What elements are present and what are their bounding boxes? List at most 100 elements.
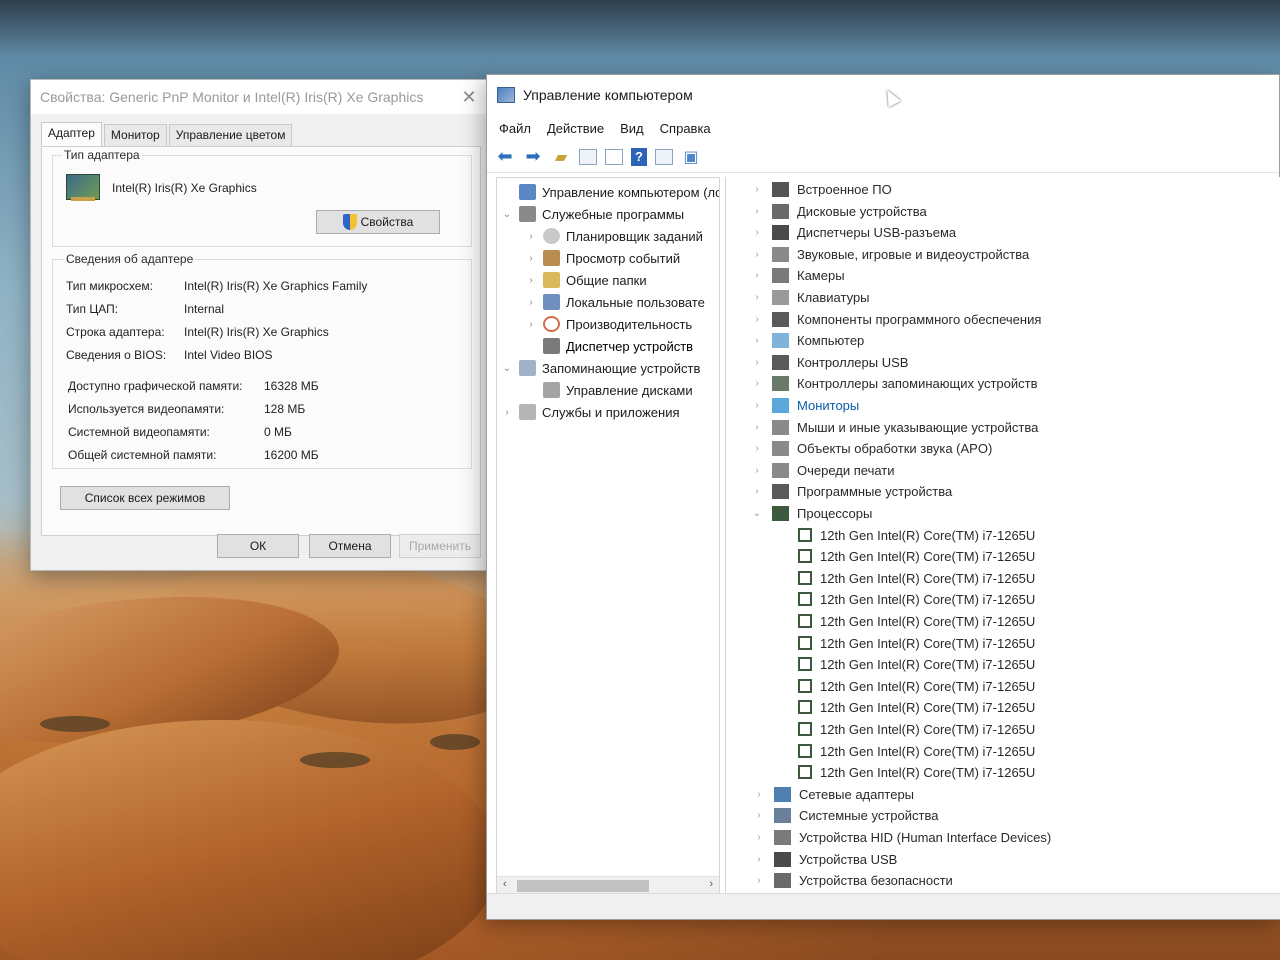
expander-icon[interactable]: ⌄ bbox=[750, 508, 764, 519]
processor-item[interactable]: 12th Gen Intel(R) Core(TM) i7-1265U bbox=[798, 589, 1035, 609]
expander-icon[interactable]: › bbox=[750, 335, 764, 346]
processor-item[interactable]: 12th Gen Intel(R) Core(TM) i7-1265U bbox=[798, 633, 1035, 653]
device-category[interactable]: › Встроенное ПО bbox=[750, 179, 892, 199]
tree-item[interactable]: › Службы и приложения bbox=[501, 402, 680, 422]
expander-icon[interactable]: › bbox=[752, 789, 766, 800]
expander-icon[interactable]: › bbox=[750, 465, 764, 476]
expander-icon[interactable]: › bbox=[750, 357, 764, 368]
device-category[interactable]: › Устройства HID (Human Interface Devices… bbox=[752, 827, 1051, 847]
expander-icon[interactable]: › bbox=[750, 184, 764, 195]
forward-arrow-icon[interactable]: ➡ bbox=[523, 146, 543, 167]
expander-icon[interactable]: › bbox=[752, 854, 766, 865]
device-category[interactable]: › Дисковые устройства bbox=[750, 201, 927, 221]
expander-icon[interactable]: › bbox=[750, 378, 764, 389]
monitor-icon[interactable]: ▣ bbox=[681, 147, 701, 167]
device-category[interactable]: › Звуковые, игровые и видеоустройства bbox=[750, 244, 1029, 264]
expander-icon[interactable]: › bbox=[750, 486, 764, 497]
up-folder-icon[interactable]: ▰ bbox=[551, 147, 571, 167]
device-category[interactable]: › Очереди печати bbox=[750, 460, 895, 480]
processor-item[interactable]: 12th Gen Intel(R) Core(TM) i7-1265U bbox=[798, 741, 1035, 761]
tree-item[interactable]: › Просмотр событий bbox=[525, 248, 680, 268]
device-category[interactable]: › Клавиатуры bbox=[750, 287, 870, 307]
processor-item[interactable]: 12th Gen Intel(R) Core(TM) i7-1265U bbox=[798, 568, 1035, 588]
tree-item[interactable]: › Локальные пользовате bbox=[525, 292, 705, 312]
tree-item[interactable]: Управление дисками bbox=[525, 380, 693, 400]
expander-icon[interactable]: › bbox=[750, 443, 764, 454]
back-arrow-icon[interactable]: ⬅ bbox=[495, 146, 515, 167]
device-category[interactable]: › Объекты обработки звука (APO) bbox=[750, 438, 992, 458]
expander-icon[interactable]: › bbox=[750, 270, 764, 281]
device-category[interactable]: › Компьютер bbox=[750, 330, 864, 350]
scrollbar-thumb[interactable] bbox=[517, 880, 649, 892]
expander-icon[interactable]: › bbox=[750, 400, 764, 411]
tree-item-device-manager[interactable]: Диспетчер устройств bbox=[525, 336, 693, 356]
tree-item[interactable]: ⌄ Служебные программы bbox=[501, 204, 684, 224]
processor-item[interactable]: 12th Gen Intel(R) Core(TM) i7-1265U bbox=[798, 546, 1035, 566]
help-icon[interactable]: ? bbox=[631, 147, 647, 166]
tab-color-management[interactable]: Управление цветом bbox=[168, 124, 293, 146]
device-category[interactable]: › Сетевые адаптеры bbox=[752, 784, 914, 804]
tab-monitor[interactable]: Монитор bbox=[103, 124, 167, 146]
device-category[interactable]: › Системные устройства bbox=[752, 805, 938, 825]
processor-item[interactable]: 12th Gen Intel(R) Core(TM) i7-1265U bbox=[798, 676, 1035, 696]
device-category[interactable]: › Контроллеры запоминающих устройств bbox=[750, 373, 1037, 393]
expander-icon[interactable]: › bbox=[750, 227, 764, 238]
processor-item[interactable]: 12th Gen Intel(R) Core(TM) i7-1265U bbox=[798, 654, 1035, 674]
processor-item[interactable]: 12th Gen Intel(R) Core(TM) i7-1265U bbox=[798, 697, 1035, 717]
scroll-left-icon[interactable]: ‹ bbox=[503, 878, 507, 890]
properties-icon[interactable] bbox=[605, 148, 623, 165]
expander-icon[interactable]: › bbox=[525, 275, 537, 286]
tab-adapter[interactable]: Адаптер bbox=[41, 122, 102, 146]
device-label: 12th Gen Intel(R) Core(TM) i7-1265U bbox=[820, 743, 1036, 759]
expander-icon[interactable]: › bbox=[525, 319, 537, 330]
scroll-right-icon[interactable]: › bbox=[709, 878, 713, 890]
tree-item[interactable]: › Общие папки bbox=[525, 270, 647, 290]
adapter-properties-button[interactable]: Свойства bbox=[316, 210, 440, 234]
device-category[interactable]: › Мыши и иные указывающие устройства bbox=[750, 417, 1038, 437]
expander-icon[interactable]: › bbox=[750, 249, 764, 260]
dialog-titlebar[interactable]: Свойства: Generic PnP Monitor и Intel(R)… bbox=[31, 80, 489, 114]
device-category[interactable]: › Диспетчеры USB-разъема bbox=[750, 222, 956, 242]
tree-item[interactable]: › Планировщик заданий bbox=[525, 226, 703, 246]
expander-icon[interactable]: › bbox=[750, 292, 764, 303]
expander-icon[interactable]: › bbox=[501, 407, 513, 418]
device-category[interactable]: › Мониторы bbox=[750, 395, 859, 415]
apply-button[interactable]: Применить bbox=[399, 534, 481, 558]
device-category[interactable]: › Камеры bbox=[750, 265, 845, 285]
expander-icon[interactable]: › bbox=[752, 832, 766, 843]
tree-item[interactable]: Управление компьютером (лс bbox=[501, 182, 719, 202]
list-all-modes-button[interactable]: Список всех режимов bbox=[60, 486, 230, 510]
action-pane-icon[interactable] bbox=[655, 148, 673, 165]
menu-view[interactable]: Вид bbox=[620, 121, 644, 136]
device-category[interactable]: › Программные устройства bbox=[750, 481, 952, 501]
expander-icon[interactable]: ⌄ bbox=[501, 363, 513, 374]
expander-icon[interactable]: › bbox=[525, 297, 537, 308]
expander-icon[interactable]: › bbox=[750, 206, 764, 217]
device-category[interactable]: ⌄ Процессоры bbox=[750, 503, 872, 523]
expander-icon[interactable]: › bbox=[750, 422, 764, 433]
expander-icon[interactable]: › bbox=[525, 231, 537, 242]
menu-file[interactable]: Файл bbox=[499, 121, 531, 136]
device-category[interactable]: › Устройства USB bbox=[752, 849, 897, 869]
close-icon[interactable]: ✕ bbox=[449, 80, 489, 114]
expander-icon[interactable]: › bbox=[752, 875, 766, 886]
expander-icon[interactable]: › bbox=[752, 810, 766, 821]
cancel-button[interactable]: Отмена bbox=[309, 534, 391, 558]
expander-icon[interactable]: › bbox=[750, 314, 764, 325]
expander-icon[interactable]: ⌄ bbox=[501, 209, 513, 220]
processor-item[interactable]: 12th Gen Intel(R) Core(TM) i7-1265U bbox=[798, 525, 1035, 545]
show-hide-tree-icon[interactable] bbox=[579, 148, 597, 165]
tree-item[interactable]: ⌄ Запоминающие устройств bbox=[501, 358, 700, 378]
horizontal-scrollbar[interactable]: ‹ › bbox=[497, 876, 719, 894]
menu-action[interactable]: Действие bbox=[547, 121, 604, 136]
device-category[interactable]: › Контроллеры USB bbox=[750, 352, 908, 372]
device-category[interactable]: › Компоненты программного обеспечения bbox=[750, 309, 1041, 329]
processor-item[interactable]: 12th Gen Intel(R) Core(TM) i7-1265U bbox=[798, 762, 1035, 782]
ok-button[interactable]: ОК bbox=[217, 534, 299, 558]
processor-item[interactable]: 12th Gen Intel(R) Core(TM) i7-1265U bbox=[798, 611, 1035, 631]
menu-help[interactable]: Справка bbox=[660, 121, 711, 136]
expander-icon[interactable]: › bbox=[525, 253, 537, 264]
tree-item[interactable]: › Производительность bbox=[525, 314, 692, 334]
device-category[interactable]: › Устройства безопасности bbox=[752, 870, 953, 890]
processor-item[interactable]: 12th Gen Intel(R) Core(TM) i7-1265U bbox=[798, 719, 1035, 739]
